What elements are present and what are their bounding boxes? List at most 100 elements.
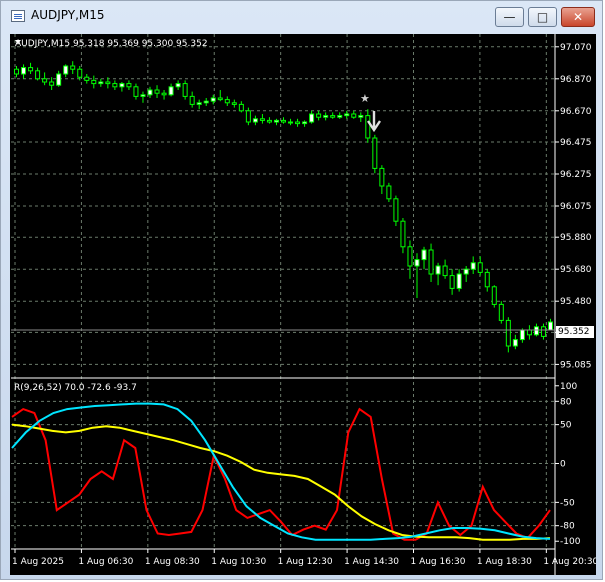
candle-body: [456, 273, 462, 289]
candle-body: [91, 79, 97, 85]
candle-body: [105, 81, 111, 85]
candle-body: [161, 92, 167, 96]
candle-body: [386, 185, 392, 200]
candle-body: [421, 249, 427, 261]
candle-body: [323, 115, 329, 118]
svg-text:★: ★: [360, 92, 370, 105]
candle-body: [35, 70, 41, 80]
candle-body: [147, 89, 153, 96]
title-bar[interactable]: AUDJPY,M15 — □ ✕: [1, 1, 604, 31]
x-tick-label: 1 Aug 10:30: [211, 557, 266, 567]
candle-body: [203, 100, 209, 104]
candle-body: [281, 119, 286, 123]
candle-body: [302, 121, 308, 125]
candle-body: [519, 329, 525, 341]
close-button[interactable]: ✕: [561, 7, 595, 27]
candle-body: [63, 65, 69, 75]
chart-window-icon: [11, 10, 25, 22]
y-tick-label: 96.075: [560, 202, 592, 212]
price-chart-svg[interactable]: 1 Aug 2025 1 Aug 06:30 1 Aug 08:30 1 Aug 10…: [10, 34, 596, 575]
candle-body: [435, 265, 441, 275]
candle-body: [512, 339, 518, 347]
candle-body: [154, 89, 160, 94]
symbol-info: AUDJPY,M15 95.318 95.369 95.300 95.352: [15, 39, 208, 49]
candle-body: [259, 118, 265, 121]
candle-body: [498, 303, 504, 321]
candle-body: [21, 67, 27, 75]
candle-body: [168, 86, 174, 96]
candle-body: [309, 113, 315, 123]
chart-window: AUDJPY,M15 — □ ✕ 1 Aug 2025 1 Aug 06:30 1 …: [0, 0, 603, 580]
candle-body: [56, 73, 62, 86]
candle-body: [344, 113, 350, 117]
candle-body: [316, 113, 322, 118]
y-tick-label: 95.880: [560, 233, 592, 243]
candle-body: [14, 68, 20, 75]
minimize-button[interactable]: —: [495, 7, 524, 27]
candle-body: [547, 321, 553, 331]
y-tick-label: 95.680: [560, 265, 592, 275]
candle-body: [526, 329, 532, 336]
candle-body: [295, 121, 301, 125]
x-tick-label: 1 Aug 06:30: [78, 557, 133, 567]
candle-body: [288, 121, 294, 124]
candle-body: [231, 102, 237, 105]
indicator-y-tick-label: 50: [560, 421, 572, 431]
candle-body: [28, 67, 34, 72]
window-title: AUDJPY,M15: [31, 8, 105, 22]
candle-body: [470, 262, 476, 270]
candle-body: [70, 65, 76, 70]
candle-body: [533, 326, 539, 336]
candle-body: [224, 99, 230, 104]
indicator-y-tick-label: -50: [560, 498, 575, 508]
candle-body: [372, 137, 378, 169]
candle-body: [540, 326, 546, 337]
candle-body: [217, 97, 223, 101]
x-tick-label: 1 Aug 08:30: [145, 557, 200, 567]
indicator-y-tick-label: 80: [560, 397, 572, 407]
candle-body: [210, 97, 216, 102]
candle-body: [330, 115, 336, 118]
x-tick-label: 1 Aug 12:30: [278, 557, 333, 567]
candle-body: [140, 94, 146, 97]
candle-body: [505, 319, 511, 347]
x-tick-label: 1 Aug 2025: [12, 557, 64, 567]
candle-body: [84, 76, 90, 81]
candle-body: [442, 265, 448, 277]
maximize-button[interactable]: □: [528, 7, 557, 27]
y-tick-label: 95.480: [560, 297, 592, 307]
y-tick-label: 96.275: [560, 170, 592, 180]
candle-body: [175, 83, 181, 88]
candle-body: [414, 259, 420, 267]
y-tick-label: 97.070: [560, 43, 592, 53]
y-tick-label: 96.870: [560, 75, 592, 85]
candle-body: [400, 220, 406, 248]
y-tick-label: 96.670: [560, 107, 592, 117]
candle-body: [189, 95, 195, 105]
y-tick-label: 95.085: [560, 360, 592, 370]
candle-body: [49, 81, 55, 86]
candle-body: [351, 113, 357, 118]
x-tick-label: 1 Aug 18:30: [477, 557, 532, 567]
indicator-y-tick-label: 100: [560, 382, 577, 392]
candle-body: [126, 83, 132, 88]
candle-body: [112, 83, 118, 88]
candle-body: [98, 81, 104, 85]
candle-body: [393, 198, 399, 222]
candle-body: [133, 86, 139, 97]
candle-body: [449, 275, 455, 289]
candle-body: [119, 83, 125, 88]
indicator-y-tick-label: -100: [560, 537, 581, 547]
candle-body: [484, 271, 490, 288]
candle-body: [407, 246, 413, 267]
x-tick-label: 1 Aug 16:30: [410, 557, 465, 567]
candle-body: [266, 119, 272, 123]
x-tick-label: 1 Aug 20:30: [543, 557, 596, 567]
chart-area[interactable]: 1 Aug 2025 1 Aug 06:30 1 Aug 08:30 1 Aug 10…: [10, 34, 596, 575]
candle-body: [196, 102, 202, 105]
candle-body: [463, 268, 469, 275]
candle-body: [477, 262, 483, 273]
candle-body: [245, 110, 251, 123]
candle-body: [273, 119, 279, 123]
candle-body: [42, 78, 48, 83]
